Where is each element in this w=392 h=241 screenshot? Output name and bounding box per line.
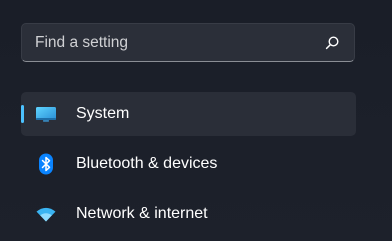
search-icon[interactable] [324, 35, 340, 51]
search-box[interactable] [21, 23, 355, 62]
wifi-icon [35, 203, 57, 225]
sidebar-item-system[interactable]: System [21, 92, 356, 136]
settings-navigation-pane: System Bluetooth & devices Network & int… [0, 0, 392, 241]
sidebar-item-label: Network & internet [76, 205, 208, 222]
sidebar-item-label: Bluetooth & devices [76, 155, 218, 172]
selected-indicator [21, 105, 24, 123]
sidebar-item-network-internet[interactable]: Network & internet [21, 192, 356, 236]
sidebar-item-label: System [76, 105, 130, 122]
display-icon [35, 103, 57, 125]
sidebar-item-bluetooth-devices[interactable]: Bluetooth & devices [21, 142, 356, 186]
bluetooth-icon [35, 153, 57, 175]
search-input[interactable] [35, 24, 315, 61]
